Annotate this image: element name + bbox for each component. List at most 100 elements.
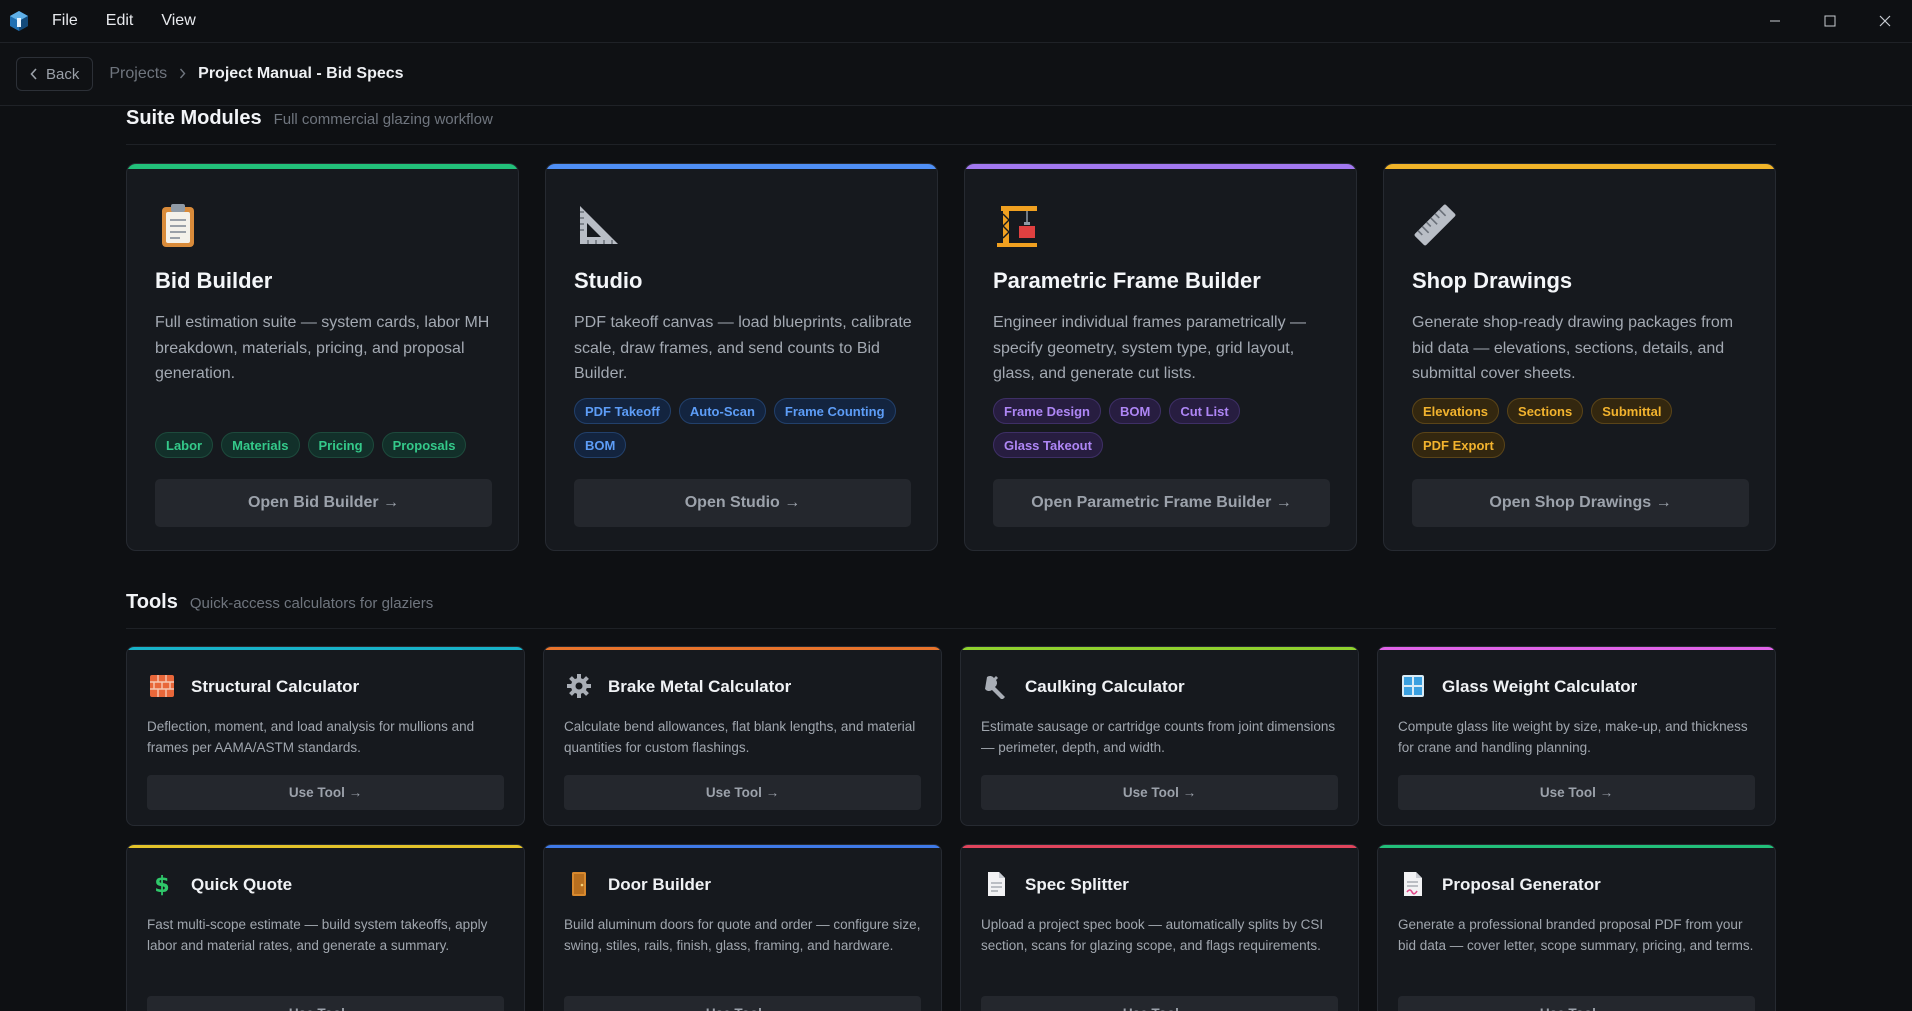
tag: Frame Counting — [773, 398, 896, 424]
module-title: Studio — [574, 268, 643, 293]
tool-card-proposal-generator: Proposal Generator Generate a profession… — [1377, 844, 1776, 1011]
dollar-icon: $ — [154, 873, 169, 897]
tag: PDF Takeoff — [574, 398, 671, 424]
breadcrumb-projects[interactable]: Projects — [109, 65, 167, 83]
card-accent — [965, 164, 1356, 169]
tool-card-door-builder: Door Builder Build aluminum doors for qu… — [543, 844, 942, 1011]
tool-description: Deflection, moment, and load analysis fo… — [147, 719, 475, 755]
card-accent — [1384, 164, 1775, 169]
use-tool-button[interactable]: Use Tool → — [147, 775, 504, 810]
tag: Pricing — [307, 432, 374, 458]
tag: Cut List — [1169, 398, 1240, 424]
wrench-icon — [985, 676, 1005, 699]
module-title: Bid Builder — [155, 268, 273, 293]
tool-description: Generate a professional branded proposal… — [1398, 917, 1754, 953]
tag: Labor — [155, 432, 214, 458]
card-accent — [544, 647, 941, 650]
tag-list: Labor Materials Pricing Proposals — [155, 432, 495, 458]
tag-list: Elevations Sections Submittal PDF Export — [1412, 398, 1752, 458]
card-accent — [1378, 647, 1775, 650]
tool-description: Compute glass lite weight by size, make-… — [1398, 719, 1748, 755]
section-subtitle: Full commercial glazing workflow — [273, 111, 493, 128]
open-shop-drawings-button[interactable]: Open Shop Drawings → — [1412, 479, 1749, 527]
tool-title: Spec Splitter — [1025, 875, 1129, 894]
section-title: Suite Modules — [126, 107, 262, 129]
module-description: PDF takeoff canvas — load blueprints, ca… — [574, 314, 912, 382]
tag: BOM — [574, 432, 627, 458]
tool-card-structural-calculator: Structural Calculator Deflection, moment… — [126, 646, 525, 826]
card-accent — [127, 647, 524, 650]
menu-edit[interactable]: Edit — [106, 12, 134, 30]
door-icon — [572, 872, 586, 896]
tool-title: Quick Quote — [191, 875, 293, 894]
tool-description: Upload a project spec book — automatical… — [981, 917, 1324, 953]
crane-icon — [997, 206, 1037, 247]
module-description: Engineer individual frames parametricall… — [993, 314, 1307, 382]
tag-list: Frame Design BOM Cut List Glass Takeout — [993, 398, 1333, 458]
maximize-icon — [1824, 15, 1835, 27]
use-tool-button[interactable]: Use Tool → — [981, 996, 1338, 1011]
tool-title: Door Builder — [608, 875, 711, 894]
menu-file[interactable]: File — [52, 12, 78, 30]
tag: Glass Takeout — [993, 432, 1103, 458]
module-description: Generate shop-ready drawing packages fro… — [1412, 314, 1734, 382]
tool-title: Glass Weight Calculator — [1442, 677, 1638, 696]
maximize-button[interactable] — [1802, 0, 1857, 42]
tool-card-brake-metal-calculator: Brake Metal Calculator Calculate bend al… — [543, 646, 942, 826]
gear-icon — [567, 674, 591, 698]
use-tool-button[interactable]: Use Tool → — [564, 775, 921, 810]
suite-section-header: Suite Modules Full commercial glazing wo… — [126, 107, 493, 130]
open-parametric-frame-builder-button[interactable]: Open Parametric Frame Builder → — [993, 479, 1330, 527]
brick-icon — [150, 675, 174, 697]
tag: Materials — [221, 432, 300, 458]
card-accent — [127, 845, 524, 848]
module-title: Shop Drawings — [1412, 268, 1573, 293]
chevron-right-icon — [179, 66, 186, 82]
open-studio-button[interactable]: Open Studio → — [574, 479, 911, 527]
tool-description: Estimate sausage or cartridge counts fro… — [981, 719, 1336, 755]
use-tool-button[interactable]: Use Tool → — [564, 996, 921, 1011]
tag: Elevations — [1412, 398, 1500, 424]
tool-title: Proposal Generator — [1442, 875, 1601, 894]
app-logo-icon — [10, 11, 28, 31]
tag: Auto-Scan — [678, 398, 766, 424]
module-card-shop-drawings: Shop Drawings Generate shop-ready drawin… — [1383, 163, 1776, 551]
card-accent — [961, 845, 1358, 848]
card-accent — [544, 845, 941, 848]
section-subtitle: Quick-access calculators for glaziers — [189, 595, 434, 612]
close-button[interactable] — [1857, 0, 1912, 42]
section-title: Tools — [126, 591, 178, 613]
tag: BOM — [1108, 398, 1162, 424]
tag-list: PDF Takeoff Auto-Scan Frame Counting BOM — [574, 398, 914, 458]
open-bid-builder-button[interactable]: Open Bid Builder → — [155, 479, 492, 527]
use-tool-button[interactable]: Use Tool → — [1398, 775, 1755, 810]
tool-title: Structural Calculator — [191, 677, 360, 696]
tools-section-header: Tools Quick-access calculators for glazi… — [126, 591, 433, 614]
tool-description: Fast multi-scope estimate — build system… — [147, 917, 488, 953]
menu-view[interactable]: View — [161, 12, 195, 30]
module-description: Full estimation suite — system cards, la… — [155, 314, 490, 382]
title-bar: File Edit View — [0, 0, 1912, 42]
chevron-left-icon — [30, 68, 37, 80]
use-tool-button[interactable]: Use Tool → — [1398, 996, 1755, 1011]
card-accent — [961, 647, 1358, 650]
use-tool-button[interactable]: Use Tool → — [147, 996, 504, 1011]
module-title: Parametric Frame Builder — [993, 268, 1261, 293]
module-card-parametric-frame-builder: Parametric Frame Builder Engineer indivi… — [964, 163, 1357, 551]
svg-text:$: $ — [154, 873, 169, 897]
minimize-button[interactable] — [1747, 0, 1802, 42]
minimize-icon — [1769, 20, 1780, 22]
tag: Proposals — [381, 432, 467, 458]
card-accent — [127, 164, 518, 169]
ruler-icon — [1414, 204, 1456, 246]
tool-card-glass-weight-calculator: Glass Weight Calculator Compute glass li… — [1377, 646, 1776, 826]
tag: Submittal — [1591, 398, 1673, 424]
tag: Sections — [1507, 398, 1584, 424]
clipboard-icon — [162, 204, 194, 247]
back-button[interactable]: Back — [16, 57, 94, 91]
tool-title: Brake Metal Calculator — [608, 677, 792, 696]
main-content: Suite Modules Full commercial glazing wo… — [0, 107, 1912, 1011]
use-tool-button[interactable]: Use Tool → — [981, 775, 1338, 810]
tag: PDF Export — [1412, 432, 1505, 458]
nav-bar: Back Projects Project Manual - Bid Specs — [0, 42, 1912, 106]
